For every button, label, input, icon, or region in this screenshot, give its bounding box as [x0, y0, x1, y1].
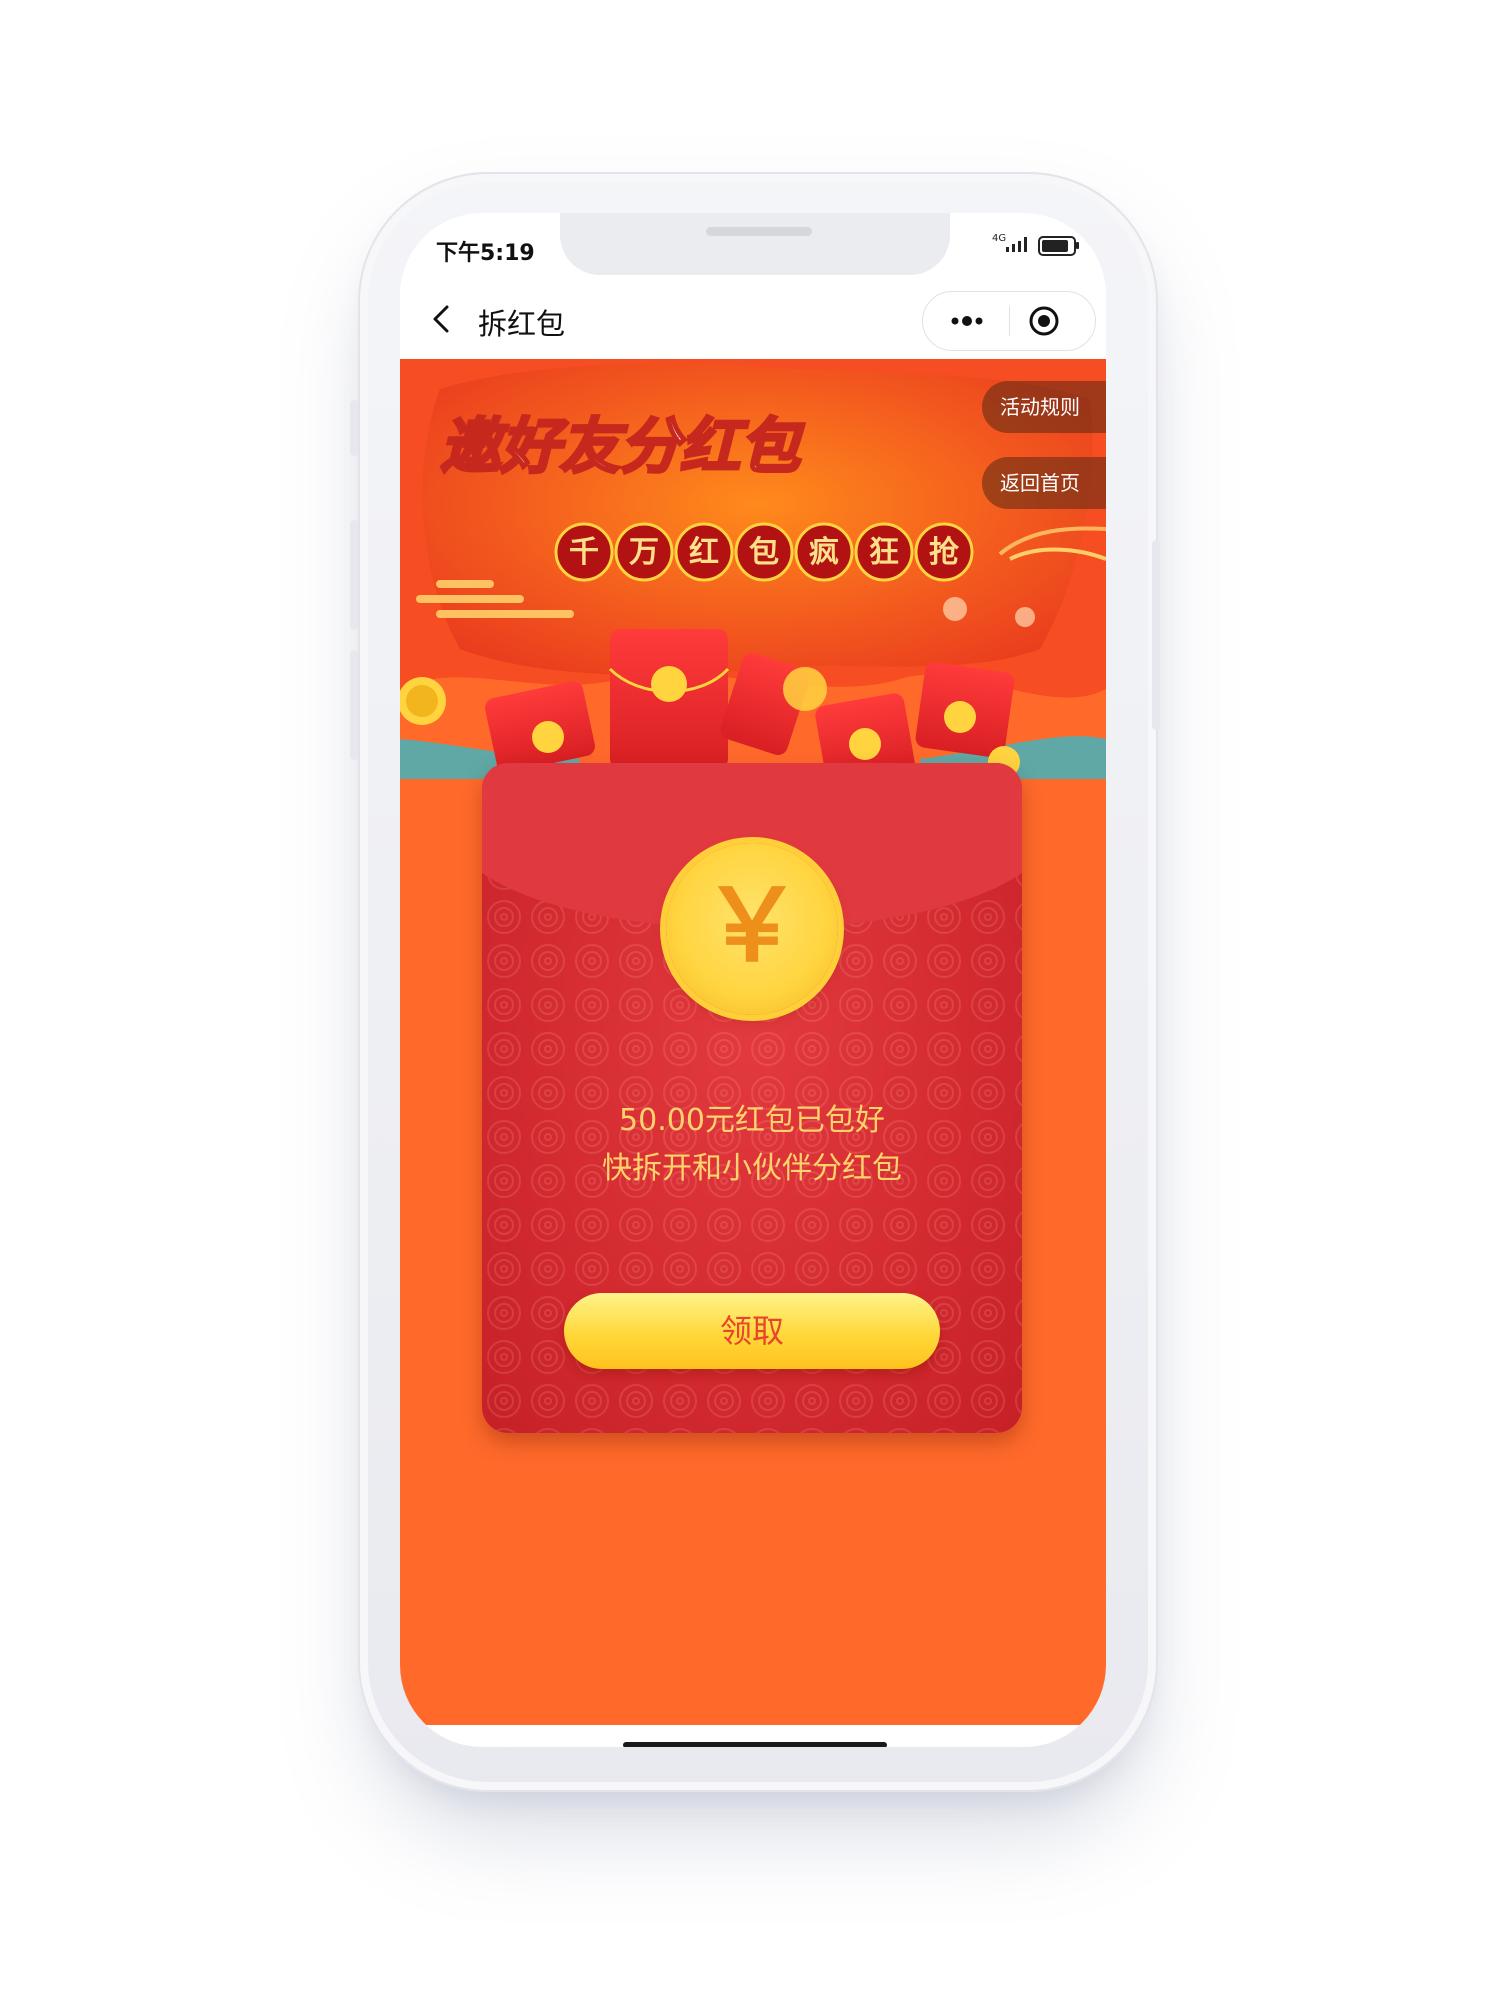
battery-icon [1038, 236, 1076, 256]
status-bar: 下午5:19 4G [400, 213, 1106, 275]
status-time: 下午5:19 [436, 241, 535, 266]
svg-text:万: 万 [629, 535, 659, 570]
mini-program-capsule [922, 291, 1096, 351]
svg-text:包: 包 [749, 535, 779, 570]
envelope-amount-text: 50.00元红包已包好 [619, 1103, 885, 1138]
signal-icon [1006, 237, 1027, 252]
speaker-grille [706, 227, 812, 236]
svg-text:狂: 狂 [869, 535, 899, 570]
phone-volume-up [350, 520, 358, 630]
envelope-prompt-text: 快拆开和小伙伴分红包 [602, 1151, 902, 1186]
close-target-icon[interactable] [1027, 304, 1061, 338]
notch [560, 213, 950, 275]
capsule-divider [1009, 306, 1010, 336]
activity-rules-tab[interactable]: 活动规则 [982, 381, 1106, 433]
page-content: 邀好友分红包 千 万 红 包 疯 狂 抢 活动规则 返回首页 ￥ 50.00元红… [400, 359, 1106, 1725]
svg-text:疯: 疯 [809, 535, 839, 570]
phone-screen: 下午5:19 4G 拆红包 邀好友分红包 千 万 红 包 疯 狂 抢 活动规则 … [400, 213, 1106, 1747]
claim-button[interactable]: 领取 [564, 1293, 940, 1369]
svg-text:红: 红 [689, 535, 719, 570]
banner-headline: 邀好友分红包 [440, 413, 805, 480]
phone-side-button [350, 400, 358, 456]
red-envelope-card: ￥ 50.00元红包已包好 快拆开和小伙伴分红包 领取 [482, 763, 1022, 1433]
more-dots-icon[interactable] [945, 310, 989, 332]
phone-power-button [1152, 540, 1160, 730]
yuan-symbol: ￥ [702, 867, 802, 984]
svg-text:千: 千 [569, 535, 599, 570]
nav-bar: 拆红包 [400, 281, 1106, 359]
battery-cap [1076, 242, 1079, 249]
svg-text:抢: 抢 [929, 535, 960, 570]
yuan-coin-icon: ￥ [666, 843, 838, 1015]
page-title: 拆红包 [478, 307, 566, 341]
back-home-tab[interactable]: 返回首页 [982, 457, 1106, 509]
home-indicator [623, 1742, 887, 1747]
back-chevron-icon[interactable] [420, 297, 464, 341]
phone-volume-down [350, 650, 358, 760]
